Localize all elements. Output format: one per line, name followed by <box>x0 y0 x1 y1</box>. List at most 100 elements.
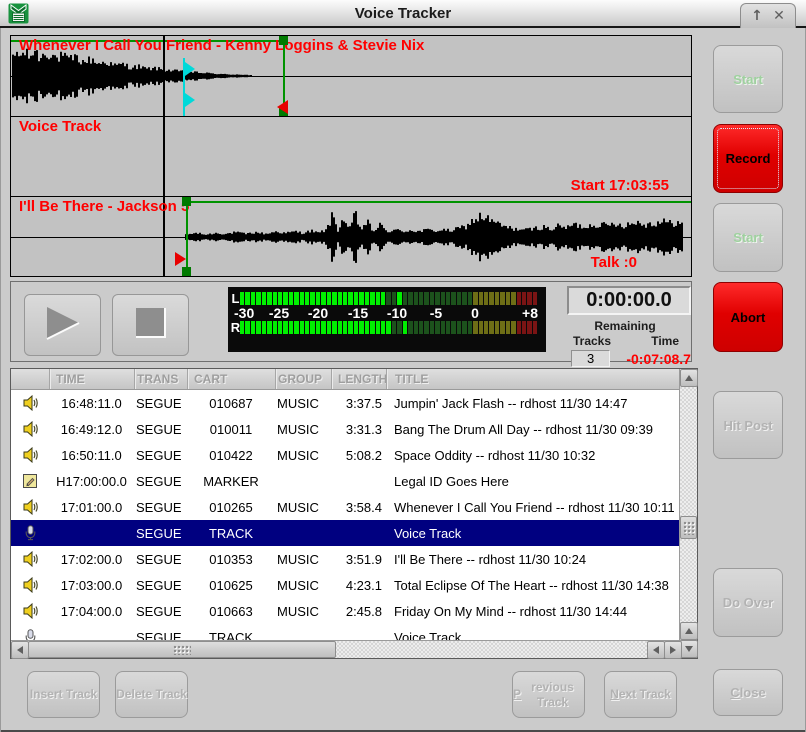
cell-trans: SEGUE <box>134 604 187 619</box>
start-track3-button[interactable]: Start <box>713 203 783 272</box>
meter-segment <box>256 292 260 305</box>
table-row[interactable]: 16:50:11.0SEGUE010422MUSIC5:08.2Space Od… <box>11 442 679 468</box>
scroll-right-button[interactable] <box>664 641 682 659</box>
start-marker-line[interactable] <box>186 197 188 276</box>
insert-track-button[interactable]: Insert Track <box>27 671 100 718</box>
meter-segment <box>316 321 320 334</box>
column-header-length[interactable]: LENGTH <box>331 369 386 389</box>
start-marker-handle-bottom[interactable] <box>182 267 191 276</box>
meter-segment <box>278 321 282 334</box>
meter-segment <box>495 292 499 305</box>
meter-segment <box>446 292 450 305</box>
cell-trans: SEGUE <box>134 422 187 437</box>
meter-segment <box>489 321 493 334</box>
meter-segment <box>376 321 380 334</box>
remaining-title: Remaining <box>594 319 655 333</box>
play-button[interactable] <box>24 294 101 356</box>
cell-cart: 010663 <box>187 604 275 619</box>
cell-title: Voice Track <box>386 526 679 541</box>
scroll-left-button[interactable] <box>11 641 29 659</box>
horizontal-scrollbar[interactable] <box>11 640 681 658</box>
meter-segment <box>245 292 249 305</box>
record-button-label: Record <box>726 151 771 166</box>
table-row[interactable]: 16:49:12.0SEGUE010011MUSIC3:31.3Bang The… <box>11 416 679 442</box>
vertical-scroll-thumb[interactable] <box>680 516 697 539</box>
close-button[interactable]: Close <box>713 669 783 716</box>
meter-segment <box>245 321 249 334</box>
cell-group: MUSIC <box>275 500 331 515</box>
column-header-time[interactable]: TIME <box>49 369 134 389</box>
vertical-scrollbar[interactable] <box>679 369 697 658</box>
talk-marker-triangle-upper[interactable] <box>185 62 195 76</box>
meter-segment <box>354 292 358 305</box>
column-header-cart[interactable]: CART <box>187 369 275 389</box>
cell-title: I'll Be There -- rdhost 11/30 10:24 <box>386 552 679 567</box>
fade-marker-triangle[interactable] <box>175 252 186 266</box>
delete-track-button[interactable]: Delete Track <box>115 671 188 718</box>
track-panel-3[interactable]: I'll Be There - Jackson 5 Talk :0 <box>11 197 691 276</box>
stop-icon <box>133 305 169 346</box>
scroll-up-button[interactable] <box>680 369 698 387</box>
fade-marker-triangle[interactable] <box>277 100 288 114</box>
close-window-button[interactable]: ✕ <box>773 9 785 23</box>
shade-window-button[interactable]: ↑ <box>751 9 763 23</box>
track-panel-1[interactable]: Whenever I Call You Friend - Kenny Loggi… <box>11 36 691 116</box>
meter-segment <box>267 321 271 334</box>
up-arrow-icon <box>685 375 693 381</box>
cell-group: MUSIC <box>275 552 331 567</box>
waveform-deck: Whenever I Call You Friend - Kenny Loggi… <box>10 35 692 277</box>
track-panel-2[interactable]: Voice Track Start 17:03:55 <box>11 117 691 197</box>
talk-marker-triangle-lower[interactable] <box>185 93 195 107</box>
meter-segment <box>278 292 282 305</box>
scroll-up-button-2[interactable] <box>680 622 698 640</box>
hit-post-button[interactable]: Hit Post <box>713 391 783 459</box>
meter-segment <box>386 321 390 334</box>
meter-scale-label: -20 <box>308 305 328 321</box>
segue-marker-handle-top[interactable] <box>279 36 288 45</box>
stop-button[interactable] <box>112 294 189 356</box>
table-row[interactable]: 17:01:00.0SEGUE010265MUSIC3:58.4Whenever… <box>11 494 679 520</box>
panel-divider <box>11 116 691 117</box>
meter-scale-label: 0 <box>471 305 479 321</box>
previous-track-button[interactable]: Previous Track <box>512 671 585 718</box>
titlebar[interactable]: Voice Tracker ↑ ✕ <box>0 0 806 28</box>
meter-segment <box>354 321 358 334</box>
cell-title: Jumpin' Jack Flash -- rdhost 11/30 14:47 <box>386 396 679 411</box>
table-row[interactable]: 16:48:11.0SEGUE010687MUSIC3:37.5Jumpin' … <box>11 390 679 416</box>
cell-time: 17:04:00.0 <box>49 604 134 619</box>
cell-group: MUSIC <box>275 448 331 463</box>
cell-length: 4:23.1 <box>331 578 386 593</box>
cell-trans: SEGUE <box>134 448 187 463</box>
cell-cart: 010353 <box>187 552 275 567</box>
table-row[interactable]: SEGUETRACKVoice Track <box>11 520 679 546</box>
horizontal-scroll-thumb[interactable] <box>28 641 336 658</box>
meter-segment <box>289 321 293 334</box>
table-row[interactable]: H17:00:00.0SEGUEMARKERLegal ID Goes Here <box>11 468 679 494</box>
column-header-trans[interactable]: TRANS <box>134 369 187 389</box>
cell-cart: 010687 <box>187 396 275 411</box>
meter-segment <box>300 321 304 334</box>
cell-time: H17:00:00.0 <box>49 474 134 489</box>
table-row[interactable]: 17:03:00.0SEGUE010625MUSIC4:23.1Total Ec… <box>11 572 679 598</box>
meter-segment <box>392 321 396 334</box>
start-marker-handle-top[interactable] <box>182 197 191 206</box>
meter-segment <box>256 321 260 334</box>
clock-display: 0:00:00.0 <box>567 286 691 315</box>
speaker-icon <box>11 447 49 463</box>
start-track1-button[interactable]: Start <box>713 45 783 113</box>
abort-button[interactable]: Abort <box>713 282 783 352</box>
scroll-left-button-2[interactable] <box>647 641 665 659</box>
next-track-button[interactable]: Next Track <box>604 671 677 718</box>
table-row[interactable]: 17:02:00.0SEGUE010353MUSIC3:51.9I'll Be … <box>11 546 679 572</box>
column-header-title[interactable]: TITLE <box>386 369 679 389</box>
record-button[interactable]: Record <box>713 124 783 193</box>
do-over-button[interactable]: Do Over <box>713 568 783 637</box>
column-header-group[interactable]: GROUP <box>275 369 331 389</box>
meter-scale-label: -5 <box>430 305 442 321</box>
meter-segment <box>343 292 347 305</box>
table-row[interactable]: SEGUETRACKVoice Track <box>11 624 679 640</box>
talk-time-annotation: Talk :0 <box>591 254 637 271</box>
table-row[interactable]: 17:04:00.0SEGUE010663MUSIC2:45.8Friday O… <box>11 598 679 624</box>
scroll-down-button[interactable] <box>680 640 698 658</box>
column-header-icon[interactable] <box>11 369 49 389</box>
